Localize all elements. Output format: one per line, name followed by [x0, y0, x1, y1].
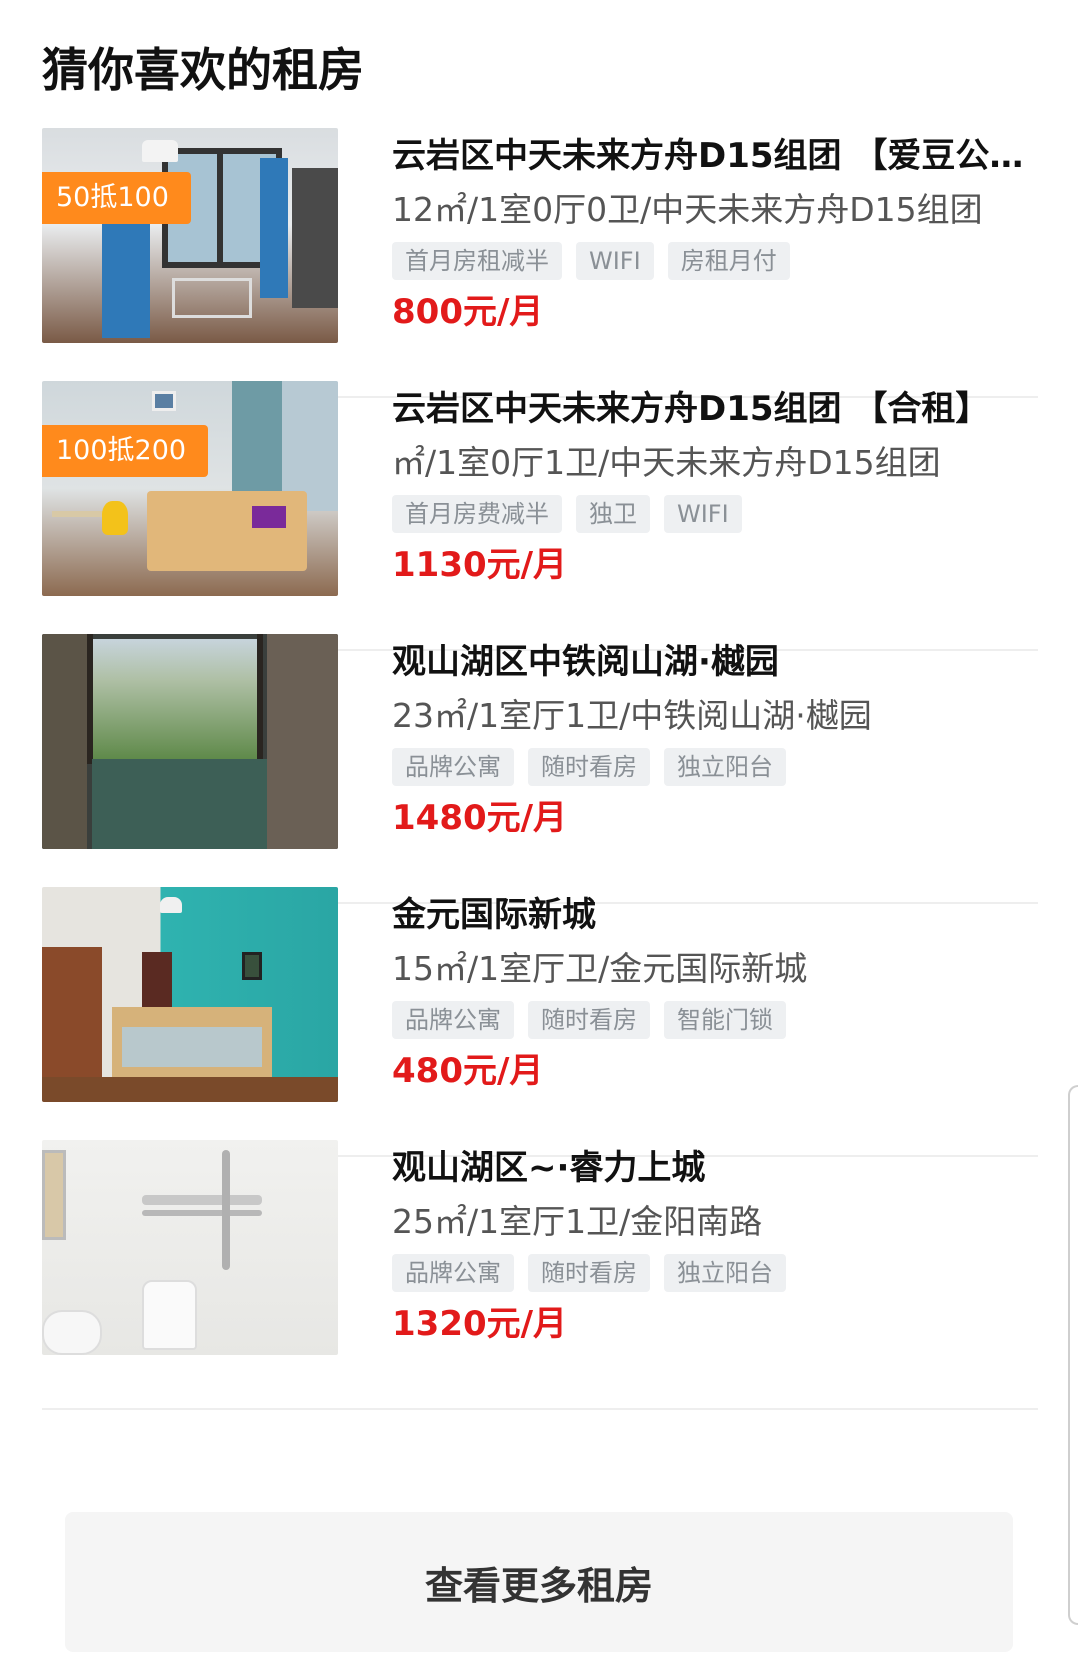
tag-list: 品牌公寓 随时看房 智能门锁: [392, 1001, 1038, 1041]
listing-photo[interactable]: [42, 634, 338, 849]
feature-tag: 首月房费减半: [392, 495, 562, 533]
listing-title[interactable]: 云岩区中天未来方舟D15组团 【爱豆公寓】: [392, 132, 1038, 184]
listing-price: 480元/月: [392, 1051, 544, 1091]
listing-photo[interactable]: 50抵100: [42, 128, 338, 343]
feature-tag: 独立阳台: [664, 1254, 786, 1292]
listing-card[interactable]: 50抵100 云岩区中天未来方舟D15组团 【爱豆公寓】 12㎡/1室0厅0卫/…: [42, 128, 1038, 398]
listing-title[interactable]: 观山湖区~·睿力上城: [392, 1144, 1038, 1196]
feature-tag: 品牌公寓: [392, 748, 514, 786]
promo-badge: 50抵100: [42, 172, 191, 224]
promo-badge: 100抵200: [42, 425, 209, 477]
tag-list: 首月房费减半 独卫 WIFI: [392, 495, 1038, 535]
listing-details: 23㎡/1室厅1卫/中铁阅山湖·樾园: [392, 696, 872, 735]
listing-price: 800元/月: [392, 292, 544, 332]
tag-list: 品牌公寓 随时看房 独立阳台: [392, 748, 1038, 788]
tag-list: 品牌公寓 随时看房 独立阳台: [392, 1254, 1038, 1294]
feature-tag: WIFI: [576, 242, 654, 280]
feature-tag: 独立阳台: [664, 748, 786, 786]
scrollbar[interactable]: [1068, 1085, 1078, 1625]
feature-tag: 品牌公寓: [392, 1001, 514, 1039]
listing-photo[interactable]: [42, 1140, 338, 1355]
feature-tag: 独卫: [576, 495, 650, 533]
feature-tag: 智能门锁: [664, 1001, 786, 1039]
feature-tag: 随时看房: [528, 1254, 650, 1292]
feature-tag: 品牌公寓: [392, 1254, 514, 1292]
listing-details: 12㎡/1室0厅0卫/中天未来方舟D15组团: [392, 190, 983, 229]
listing-photo[interactable]: 100抵200: [42, 381, 338, 596]
listing-photo[interactable]: [42, 887, 338, 1102]
feature-tag: 随时看房: [528, 1001, 650, 1039]
listing-details: 15㎡/1室厅卫/金元国际新城: [392, 949, 808, 988]
listing-details: ㎡/1室0厅1卫/中天未来方舟D15组团: [392, 443, 941, 482]
rental-recommendations-page: 猜你喜欢的租房 50抵100 云岩区中天未来方舟D15组团 【爱豆公寓】 12㎡…: [0, 0, 1080, 1678]
feature-tag: 房租月付: [667, 242, 790, 280]
feature-tag: WIFI: [664, 495, 742, 533]
listing-details: 25㎡/1室厅1卫/金阳南路: [392, 1202, 763, 1241]
listing-title[interactable]: 观山湖区中铁阅山湖·樾园: [392, 638, 1038, 690]
feature-tag: 随时看房: [528, 748, 650, 786]
listing-price: 1320元/月: [392, 1304, 568, 1344]
listing-title[interactable]: 云岩区中天未来方舟D15组团 【合租】: [392, 385, 1038, 437]
view-more-rentals-button[interactable]: 查看更多租房: [65, 1512, 1013, 1652]
listing-price: 1480元/月: [392, 798, 568, 838]
section-title: 猜你喜欢的租房: [42, 43, 364, 97]
listing-card[interactable]: 观山湖区中铁阅山湖·樾园 23㎡/1室厅1卫/中铁阅山湖·樾园 品牌公寓 随时看…: [42, 634, 1038, 904]
listing-card[interactable]: 观山湖区~·睿力上城 25㎡/1室厅1卫/金阳南路 品牌公寓 随时看房 独立阳台…: [42, 1140, 1038, 1410]
listing-title[interactable]: 金元国际新城: [392, 891, 1038, 943]
listing-card[interactable]: 100抵200 云岩区中天未来方舟D15组团 【合租】 ㎡/1室0厅1卫/中天未…: [42, 381, 1038, 651]
feature-tag: 首月房租减半: [392, 242, 562, 280]
listing-price: 1130元/月: [392, 545, 568, 585]
tag-list: 首月房租减半 WIFI 房租月付: [392, 242, 1038, 282]
listing-card[interactable]: 金元国际新城 15㎡/1室厅卫/金元国际新城 品牌公寓 随时看房 智能门锁 48…: [42, 887, 1038, 1157]
